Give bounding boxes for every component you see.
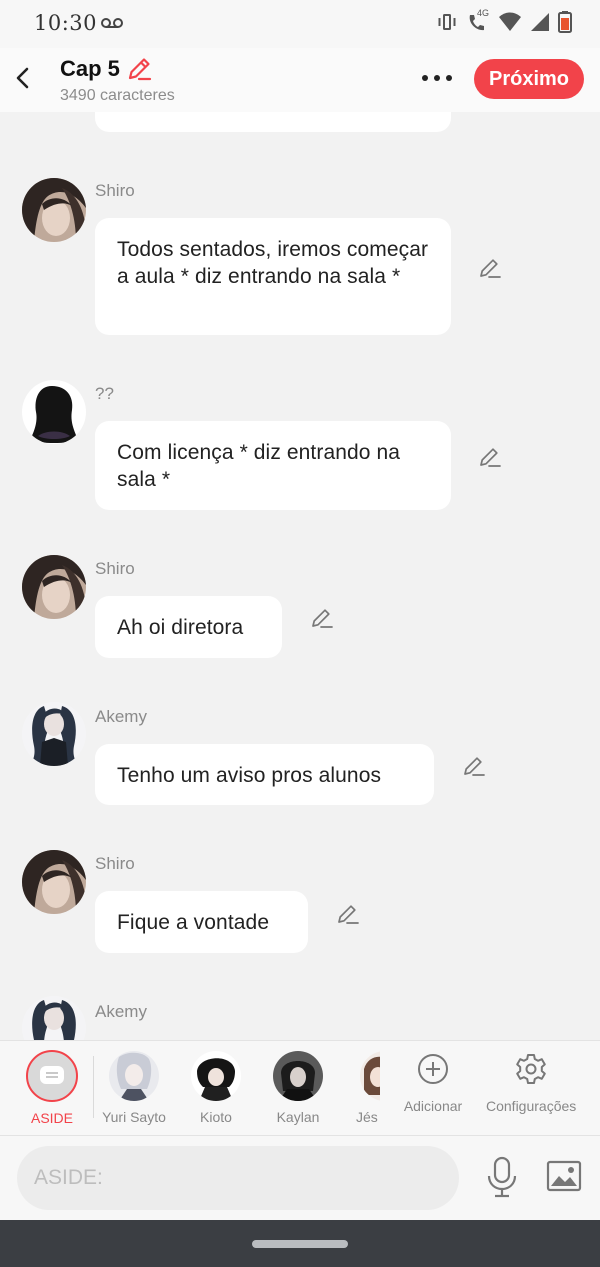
gear-icon xyxy=(516,1054,546,1084)
avatar-shiro[interactable] xyxy=(22,178,86,242)
more-options-icon[interactable] xyxy=(421,68,453,88)
status-bar: 10:30 4G xyxy=(0,0,600,48)
avatar-shiro[interactable] xyxy=(22,850,86,914)
voicemail-icon xyxy=(101,18,123,28)
message-author: Shiro xyxy=(95,854,135,873)
avatar-shiro[interactable] xyxy=(22,555,86,619)
character-count: 3490 caracteres xyxy=(60,87,175,104)
volte-call-icon: 4G xyxy=(466,8,490,33)
edit-message-icon[interactable] xyxy=(478,256,502,280)
message-bubble[interactable]: Tenho um aviso pros alunos xyxy=(95,744,434,805)
avatar-unknown[interactable] xyxy=(22,380,86,444)
settings-label: Configurações xyxy=(486,1098,577,1114)
next-button[interactable]: Próximo xyxy=(474,59,584,99)
system-nav-bar xyxy=(0,1220,600,1267)
add-label: Adicionar xyxy=(403,1098,463,1114)
message-author: Akemy xyxy=(95,707,147,726)
character-label: Kaylan xyxy=(276,1109,320,1125)
status-time: 10:30 xyxy=(34,11,98,35)
edit-message-icon[interactable] xyxy=(462,754,486,778)
edit-message-icon[interactable] xyxy=(310,606,334,630)
aside-chat-icon xyxy=(40,1066,64,1084)
message-bubble[interactable]: Ah oi diretora xyxy=(95,596,282,658)
message-author: Akemy xyxy=(95,1002,147,1021)
battery-low-icon xyxy=(558,11,572,33)
yuri-sayto-avatar xyxy=(109,1051,159,1101)
jes-avatar xyxy=(360,1051,380,1101)
chapter-title: Cap 5 xyxy=(60,56,120,81)
message-bubble[interactable]: Com licença * diz entrando na sala * xyxy=(95,421,451,510)
cell-signal-icon xyxy=(531,13,549,31)
chapter-title-row[interactable]: Cap 5 xyxy=(60,56,152,82)
avatar-akemy[interactable] xyxy=(22,702,86,766)
avatar-akemy[interactable] xyxy=(22,996,86,1040)
composer-bar xyxy=(0,1136,600,1220)
wifi-icon xyxy=(499,12,521,31)
add-character-button[interactable]: Adicionar xyxy=(398,1053,468,1114)
settings-button[interactable]: Configurações xyxy=(486,1053,576,1114)
edit-message-icon[interactable] xyxy=(336,902,360,926)
app-header: Cap 5 3490 caracteres Próximo xyxy=(0,48,600,112)
character-aside[interactable]: ASIDE xyxy=(24,1050,80,1126)
message-author: Shiro xyxy=(95,559,135,578)
vibrate-icon xyxy=(438,14,456,30)
edit-title-pencil-icon[interactable] xyxy=(126,56,152,82)
message-author: ?? xyxy=(95,384,114,403)
kaylan-avatar xyxy=(273,1051,323,1101)
character-yuri-sayto[interactable]: Yuri Sayto xyxy=(99,1051,169,1125)
network-type-label: 4G xyxy=(477,8,490,18)
character-selector[interactable]: ASIDE Yuri Sayto Kioto Kaylan Jés Adicio… xyxy=(0,1040,600,1136)
message-input[interactable] xyxy=(17,1146,459,1210)
chat-area[interactable]: Shiro Todos sentados, iremos começar a a… xyxy=(0,112,600,1040)
microphone-icon[interactable] xyxy=(486,1156,518,1198)
character-label: ASIDE xyxy=(30,1110,73,1126)
message-author: Shiro xyxy=(95,181,135,200)
aside-avatar xyxy=(26,1050,78,1102)
character-kioto[interactable]: Kioto xyxy=(186,1051,246,1125)
add-circle-icon xyxy=(418,1054,448,1084)
message-bubble-partial[interactable] xyxy=(95,112,451,132)
character-label: Jés xyxy=(356,1109,378,1125)
status-icons: 4G xyxy=(436,8,572,33)
character-label: Kioto xyxy=(200,1109,232,1125)
edit-message-icon[interactable] xyxy=(478,445,502,469)
kioto-avatar xyxy=(191,1051,241,1101)
character-jes[interactable]: Jés xyxy=(356,1051,380,1125)
message-bubble[interactable]: Fique a vontade xyxy=(95,891,308,953)
message-bubble[interactable]: Todos sentados, iremos começar a aula * … xyxy=(95,218,451,335)
character-divider xyxy=(93,1056,94,1118)
character-label: Yuri Sayto xyxy=(102,1109,166,1125)
back-arrow-icon[interactable] xyxy=(12,64,36,92)
home-gesture-handle[interactable] xyxy=(252,1240,348,1248)
image-icon[interactable] xyxy=(546,1160,582,1192)
character-kaylan[interactable]: Kaylan xyxy=(268,1051,328,1125)
